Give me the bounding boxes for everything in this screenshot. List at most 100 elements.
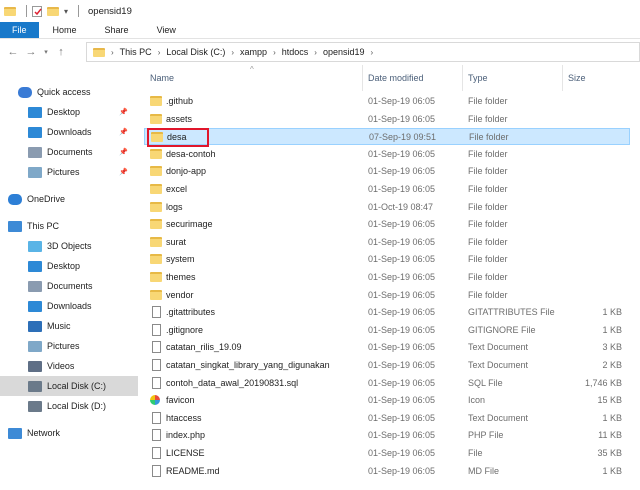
file-name: favicon (166, 395, 195, 406)
file-type: File folder (469, 132, 509, 143)
table-row[interactable]: favicon 01-Sep-19 06:05 Icon 15 KB (144, 392, 630, 409)
breadcrumb-xampp[interactable]: xampp (240, 47, 267, 57)
ribbon-tabs: File Home Share View (0, 22, 640, 39)
file-name: securimage (166, 219, 213, 230)
date-modified: 01-Sep-19 06:05 (368, 96, 436, 106)
column-name[interactable]: Name (150, 73, 174, 83)
pin-icon: 📌 (119, 149, 128, 156)
table-row[interactable]: LICENSE 01-Sep-19 06:05 File 35 KB (144, 445, 630, 462)
sidebar-item-network[interactable]: Network (0, 423, 138, 443)
breadcrumb-this-pc[interactable]: This PC (120, 47, 152, 57)
file-type: Text Document (468, 360, 529, 370)
table-row[interactable]: catatan_rilis_19.09 01-Sep-19 06:05 Text D… (144, 339, 630, 356)
sidebar-item-local-disk-c[interactable]: Local Disk (C:) (0, 376, 138, 396)
breadcrumb-htdocs[interactable]: htdocs (282, 47, 309, 57)
desktop-icon (28, 106, 42, 118)
sidebar-item-label: Downloads (47, 301, 92, 311)
file-name: htaccess (166, 412, 202, 423)
forward-button[interactable]: → (22, 46, 40, 58)
file-icon (152, 376, 161, 389)
column-type[interactable]: Type (468, 73, 488, 83)
column-divider[interactable] (462, 65, 463, 91)
table-row[interactable]: themes 01-Sep-19 06:05 File folder (144, 269, 630, 286)
title-bar: ▾ opensid19 (0, 0, 640, 22)
table-row[interactable]: vendor 01-Sep-19 06:05 File folder (144, 287, 630, 304)
column-divider[interactable] (362, 65, 363, 91)
column-size[interactable]: Size (568, 73, 586, 83)
breadcrumb-separator[interactable]: › (158, 48, 161, 57)
column-date-modified[interactable]: Date modified (368, 73, 424, 83)
file-icon (152, 359, 161, 371)
customize-toolbar-icon[interactable]: ▾ (64, 7, 68, 16)
properties-icon[interactable] (32, 5, 42, 17)
table-row[interactable]: contoh_data_awal_20190831.sql 01-Sep-19 0… (144, 375, 630, 392)
breadcrumb-opensid19[interactable]: opensid19 (323, 47, 365, 57)
sidebar-item-onedrive[interactable]: OneDrive (0, 189, 138, 209)
sidebar-item-pictures[interactable]: Pictures 📌 (0, 162, 138, 182)
breadcrumb-separator[interactable]: › (231, 48, 234, 57)
table-row[interactable]: logs 01-Oct-19 08:47 File folder (144, 199, 630, 216)
file-list: ^ Name Date modified Type Size .github 01… (140, 65, 640, 490)
table-row[interactable]: README.md 01-Sep-19 06:05 MD File 1 KB (144, 463, 630, 480)
sidebar-item-local-disk-d[interactable]: Local Disk (D:) (0, 396, 138, 416)
date-modified: 01-Sep-19 06:05 (368, 448, 436, 458)
sidebar-item-pictures[interactable]: Pictures (0, 336, 138, 356)
file-type: File folder (468, 201, 508, 212)
download-icon (28, 126, 42, 138)
breadcrumb-separator[interactable]: › (370, 48, 373, 57)
table-row[interactable]: .github 01-Sep-19 06:05 File folder (144, 93, 630, 110)
table-row[interactable]: system 01-Sep-19 06:05 File folder (144, 251, 630, 268)
sidebar-item-videos[interactable]: Videos (0, 356, 138, 376)
breadcrumb-local-disk-c[interactable]: Local Disk (C:) (166, 47, 225, 57)
pin-icon: 📌 (119, 109, 128, 116)
table-row[interactable]: catatan_singkat_library_yang_digunakan 01… (144, 357, 630, 374)
file-name: LICENSE (166, 448, 205, 458)
date-modified: 07-Sep-19 09:51 (369, 132, 437, 143)
table-row[interactable]: .gitattributes 01-Sep-19 06:05 GITATTRIBUT… (144, 304, 630, 321)
file-type: File folder (468, 236, 508, 247)
date-modified: 01-Sep-19 06:05 (368, 113, 436, 124)
breadcrumb-separator[interactable]: › (111, 48, 114, 57)
up-button[interactable]: ↑ (52, 46, 70, 58)
sidebar-item-label: OneDrive (27, 194, 66, 204)
tab-view[interactable]: View (143, 22, 190, 38)
sidebar-item-this-pc[interactable]: This PC (0, 216, 138, 236)
table-row[interactable]: surat 01-Sep-19 06:05 File folder (144, 234, 630, 251)
table-row[interactable]: donjo-app 01-Sep-19 06:05 File folder (144, 163, 630, 180)
table-row[interactable]: securimage 01-Sep-19 06:05 File folder (144, 216, 630, 233)
tab-home[interactable]: Home (39, 22, 91, 38)
file-type: File folder (468, 289, 508, 300)
table-row[interactable]: assets 01-Sep-19 06:05 File folder (144, 111, 630, 128)
breadcrumb-separator[interactable]: › (273, 48, 276, 57)
breadcrumb-separator[interactable]: › (314, 48, 317, 57)
tab-file[interactable]: File (0, 22, 39, 38)
new-folder-icon[interactable] (47, 6, 59, 16)
sidebar-item-label: Pictures (47, 167, 80, 177)
table-row[interactable]: desa-contoh 01-Sep-19 06:05 File folder (144, 146, 630, 163)
table-row[interactable]: htaccess 01-Sep-19 06:05 Text Document 1 KB (144, 410, 630, 427)
sidebar-item-3d-objects[interactable]: 3D Objects (0, 236, 138, 256)
address-bar[interactable]: › This PC › Local Disk (C:) › xampp › ht… (86, 42, 640, 62)
table-row[interactable]: desa 07-Sep-19 09:51 File folder (144, 128, 630, 146)
recent-locations-button[interactable]: ▾ (40, 48, 52, 56)
computer-icon (8, 220, 22, 232)
column-divider[interactable] (562, 65, 563, 91)
sidebar-item-downloads[interactable]: Downloads (0, 296, 138, 316)
sidebar-item-music[interactable]: Music (0, 316, 138, 336)
folder-icon (93, 47, 105, 57)
sidebar-item-documents[interactable]: Documents 📌 (0, 142, 138, 162)
sidebar-item-documents[interactable]: Documents (0, 276, 138, 296)
file-type: File folder (468, 148, 508, 159)
sidebar-item-desktop[interactable]: Desktop 📌 (0, 102, 138, 122)
sidebar-item-downloads[interactable]: Downloads 📌 (0, 122, 138, 142)
folder-icon (150, 272, 162, 282)
tab-share[interactable]: Share (91, 22, 143, 38)
back-button[interactable]: ← (4, 46, 22, 58)
file-name: vendor (166, 289, 194, 300)
sidebar-item-quick-access[interactable]: Quick access (0, 82, 138, 102)
table-row[interactable]: .gitignore 01-Sep-19 06:05 GITIGNORE File 1… (144, 322, 630, 339)
sidebar-item-desktop[interactable]: Desktop (0, 256, 138, 276)
pin-icon: 📌 (119, 169, 128, 176)
table-row[interactable]: excel 01-Sep-19 06:05 File folder (144, 181, 630, 198)
table-row[interactable]: index.php 01-Sep-19 06:05 PHP File 11 KB (144, 427, 630, 444)
